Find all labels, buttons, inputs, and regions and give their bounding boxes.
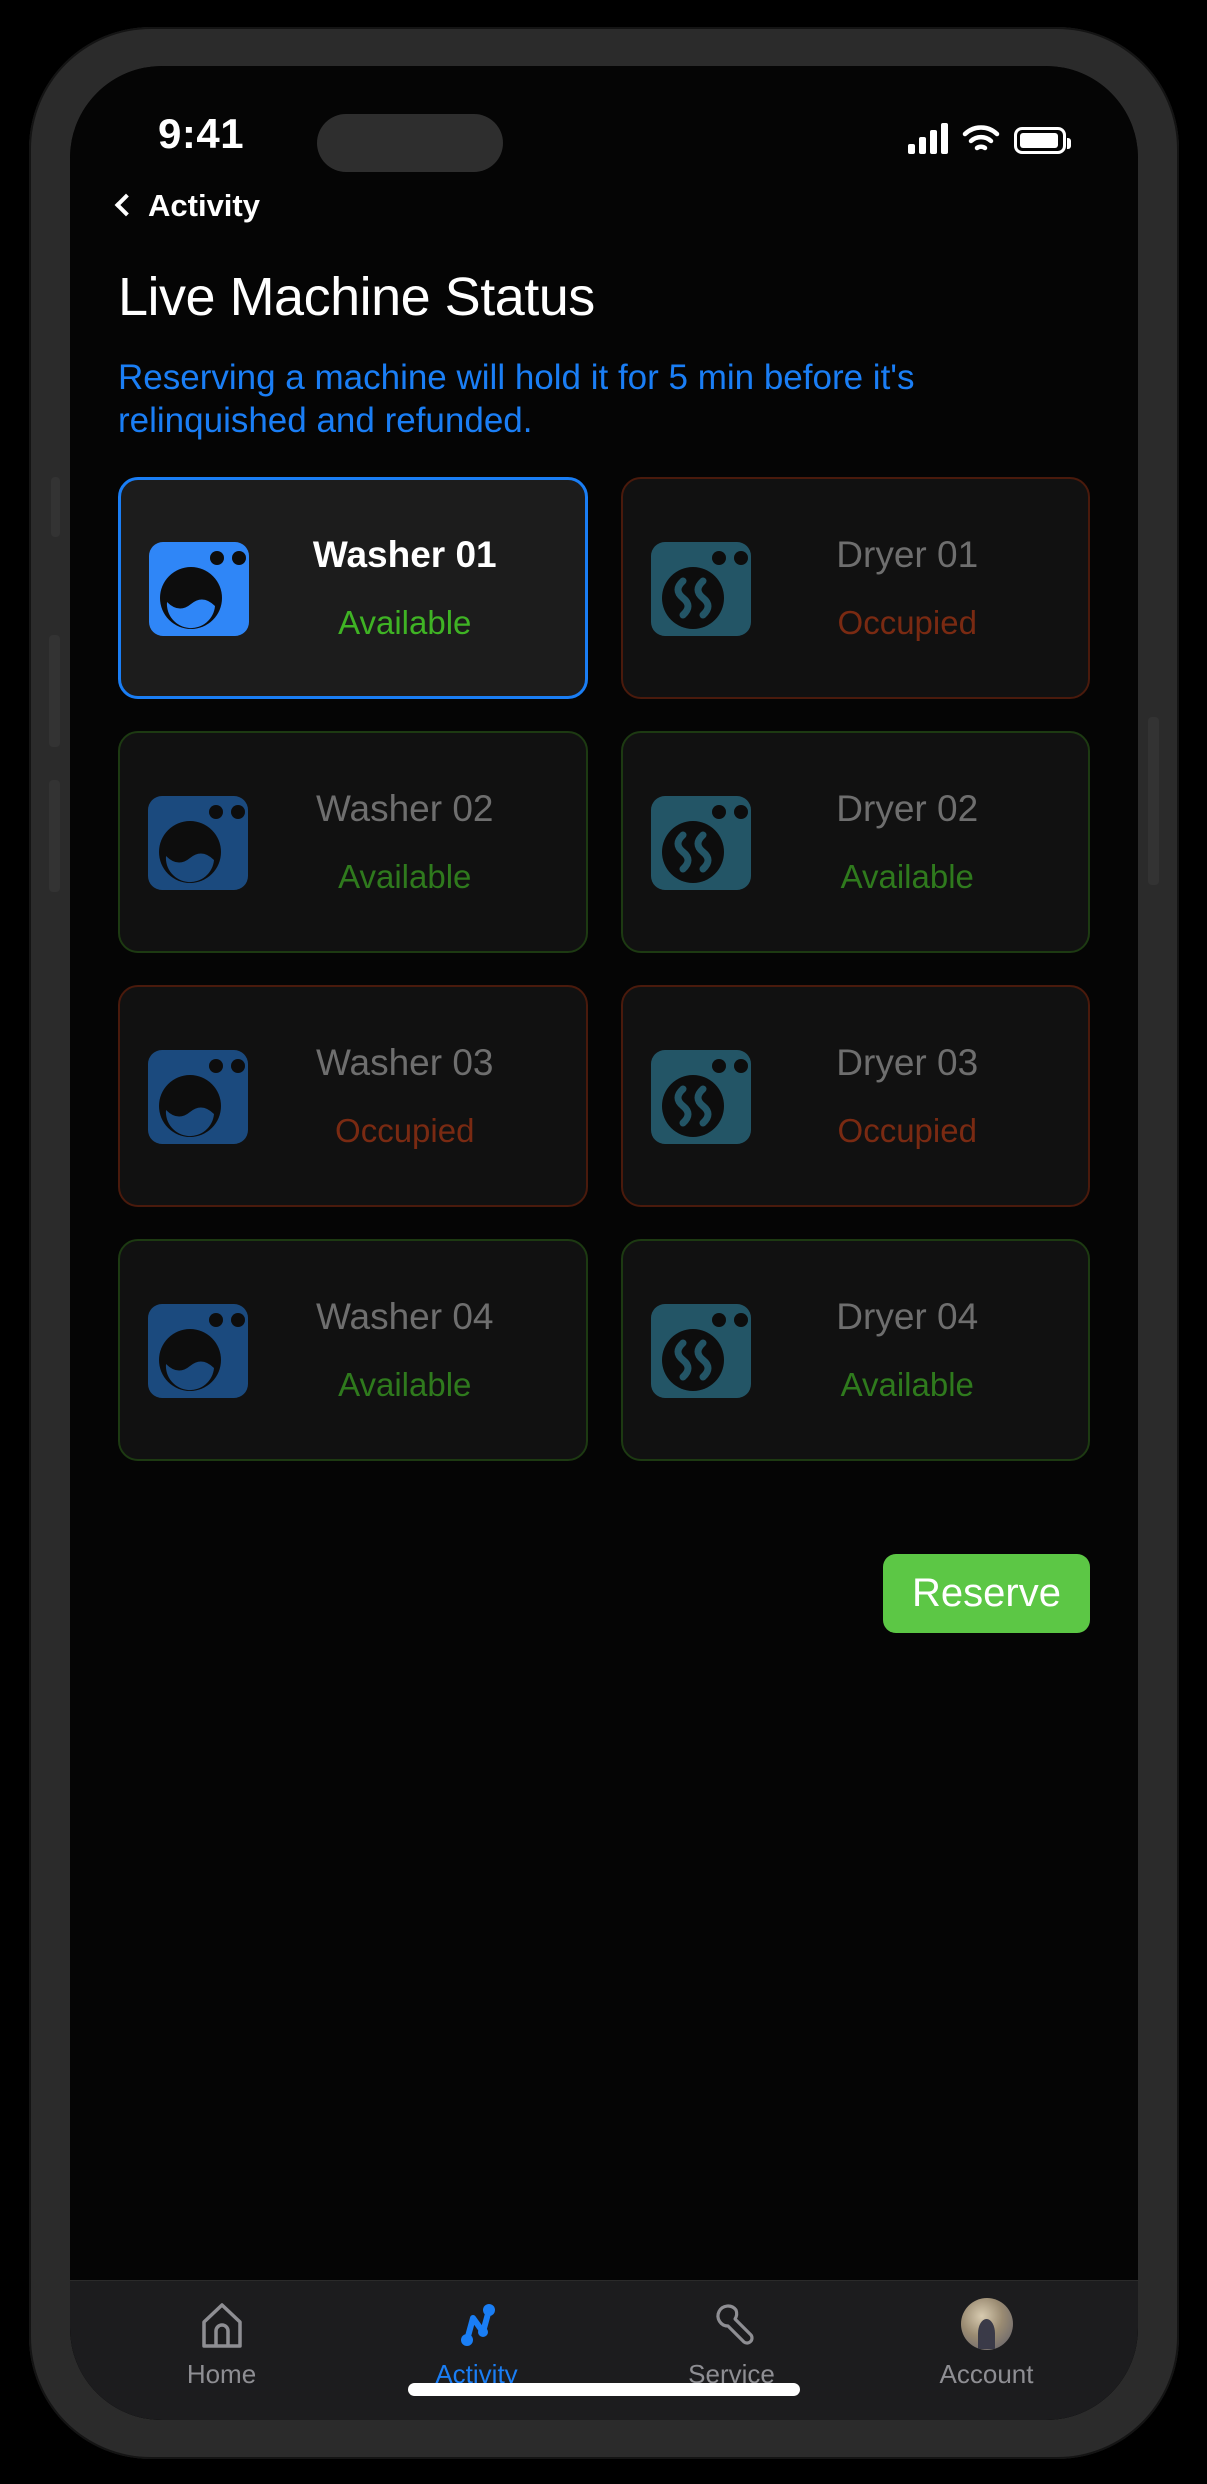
status-bar-time: 9:41 [158, 110, 245, 157]
machine-name: Dryer 03 [836, 1041, 979, 1083]
machine-status-label: Available [840, 1365, 974, 1403]
machine-card-dryer-01[interactable]: Dryer 01 Occupied [620, 476, 1090, 699]
machine-card-washer-03[interactable]: Washer 03 Occupied [118, 984, 588, 1207]
washer-icon [146, 1298, 250, 1402]
machine-status-label: Occupied [837, 603, 977, 641]
back-button[interactable]: Activity [114, 188, 260, 224]
power-button[interactable] [1148, 717, 1159, 885]
status-bar-icons [908, 114, 1071, 154]
machine-card-text: Washer 04 Available [250, 1296, 560, 1404]
dynamic-island [317, 114, 503, 172]
activity-icon [449, 2298, 505, 2350]
machine-card-text: Dryer 01 Occupied [753, 534, 1063, 642]
machine-card-dryer-02[interactable]: Dryer 02 Available [620, 730, 1090, 953]
machine-card-text: Washer 02 Available [250, 788, 560, 896]
washer-icon [146, 790, 250, 894]
tab-service[interactable]: Service [604, 2298, 859, 2390]
machine-name: Washer 01 [312, 533, 497, 575]
chevron-left-icon [114, 193, 138, 217]
washer-icon [146, 1044, 250, 1148]
machine-status-label: Occupied [335, 1111, 475, 1149]
machine-card-text: Dryer 04 Available [753, 1296, 1063, 1404]
machine-card-text: Dryer 03 Occupied [753, 1042, 1063, 1150]
dryer-icon [649, 1298, 753, 1402]
machine-card-text: Washer 03 Occupied [250, 1042, 560, 1150]
page-title: Live Machine Status [118, 267, 595, 327]
machine-name: Dryer 01 [836, 533, 979, 575]
machine-card-dryer-03[interactable]: Dryer 03 Occupied [620, 984, 1090, 1207]
machine-status-label: Available [338, 1365, 472, 1403]
washer-icon [147, 536, 251, 640]
tab-activity[interactable]: Activity [349, 2298, 604, 2390]
machine-status-label: Available [338, 603, 472, 641]
machine-name: Washer 04 [315, 1295, 494, 1337]
dryer-icon [649, 536, 753, 640]
machine-card-text: Dryer 02 Available [753, 788, 1063, 896]
machine-card-text: Washer 01 Available [251, 534, 559, 642]
machine-name: Dryer 02 [836, 787, 979, 829]
machine-name: Washer 02 [315, 787, 494, 829]
page-subtitle: Reserving a machine will hold it for 5 m… [118, 358, 915, 441]
screenshot-root: 9:41 Activity Live Machine Status Reserv… [0, 0, 1207, 2484]
machine-status-label: Available [840, 857, 974, 895]
volume-down-button[interactable] [49, 780, 60, 892]
home-indicator[interactable] [408, 2383, 800, 2396]
machine-status-label: Available [338, 857, 472, 895]
tab-label: Account [939, 2358, 1034, 2389]
back-button-label: Activity [148, 188, 260, 223]
reserve-row: Reserve [118, 1553, 1090, 1633]
battery-icon [1014, 127, 1071, 154]
machine-card-washer-04[interactable]: Washer 04 Available [118, 1238, 588, 1461]
reserve-button[interactable]: Reserve [883, 1553, 1090, 1633]
tab-label: Home [186, 2358, 257, 2389]
machine-card-washer-02[interactable]: Washer 02 Available [118, 730, 588, 953]
phone-frame: 9:41 Activity Live Machine Status Reserv… [29, 27, 1179, 2459]
wrench-icon [704, 2298, 760, 2350]
machine-name: Dryer 04 [836, 1295, 979, 1337]
machine-card-dryer-04[interactable]: Dryer 04 Available [620, 1238, 1090, 1461]
silent-switch-button[interactable] [51, 477, 60, 537]
machine-card-washer-01[interactable]: Washer 01 Available [118, 476, 588, 699]
machine-grid: Washer 01 Available Dryer 01 Occupied Wash… [118, 476, 1090, 1461]
page-content: Activity Live Machine Status Reserving a… [70, 66, 1138, 2280]
wifi-icon [962, 124, 1000, 154]
machine-name: Washer 03 [315, 1041, 494, 1083]
bottom-tab-bar: Home Activity Service Account [70, 2280, 1138, 2420]
status-bar: 9:41 [70, 66, 1138, 174]
cellular-signal-icon [908, 123, 948, 154]
dryer-icon [649, 790, 753, 894]
tab-home[interactable]: Home [94, 2298, 349, 2390]
dryer-icon [649, 1044, 753, 1148]
volume-up-button[interactable] [49, 635, 60, 747]
avatar-icon [959, 2297, 1015, 2350]
avatar [960, 2297, 1013, 2350]
phone-screen: 9:41 Activity Live Machine Status Reserv… [70, 66, 1138, 2420]
tab-account[interactable]: Account [859, 2297, 1114, 2390]
home-icon [194, 2298, 250, 2350]
machine-status-label: Occupied [837, 1111, 977, 1149]
